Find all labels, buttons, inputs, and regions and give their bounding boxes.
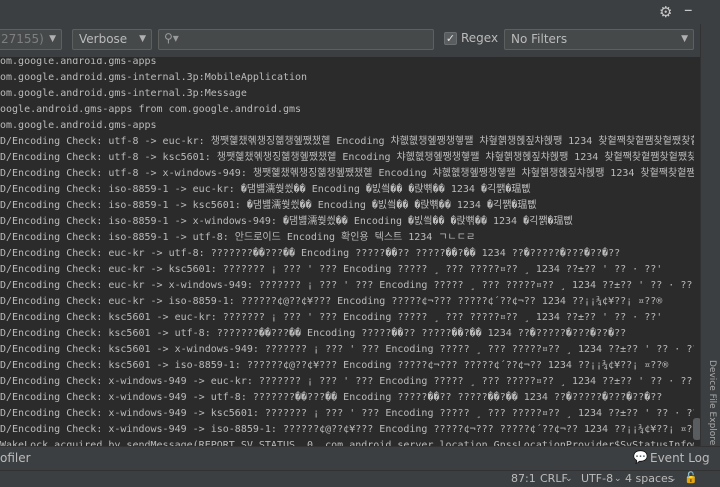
log-line[interactable]: om.google.android.gms-internal.3p:Mobile… [0,70,307,86]
bottom-tool-strip: ofiler 💬 Event Log [0,446,720,471]
logcat-toolbar: 27155) ▼ Verbose ▼ ⚲▾ No Filters ▼ [0,24,720,58]
log-line[interactable]: D/Encoding Check: euc-kr -> utf-8: ?????… [0,246,620,262]
device-file-explorer-tab[interactable]: Device File Explorer [703,360,719,449]
log-line[interactable]: oogle.android.gms-apps from com.google.a… [0,102,301,118]
log-line[interactable]: D/Encoding Check: utf-8 -> ksc5601: 챙쨋혩챘… [0,150,694,166]
gear-icon[interactable]: ⚙ [659,3,672,21]
log-level-value: Verbose [79,32,128,46]
lock-icon[interactable]: 🔓 [684,471,698,485]
log-line[interactable]: D/Encoding Check: ksc5601 -> x-windows-9… [0,342,694,358]
chevron-down-icon: ▼ [681,34,688,44]
log-line[interactable]: D/Encoding Check: euc-kr -> ksc5601: ???… [0,262,662,278]
log-line[interactable]: D/Encoding Check: x-windows-949 -> euc-k… [0,374,694,390]
file-encoding[interactable]: UTF-8 [581,472,613,485]
log-line[interactable]: D/Encoding Check: iso-8859-1 -> ksc5601:… [0,198,537,214]
log-line[interactable]: D/Encoding Check: iso-8859-1 -> x-window… [0,214,573,230]
chevron-down-icon: ⌄ [614,474,622,484]
regex-label: Regex [461,31,499,45]
log-line[interactable]: WakeLock acquired by sendMessage(REPORT_… [0,438,694,446]
log-line[interactable]: om.google.android.gms-apps [0,58,157,70]
event-log-tab[interactable]: Event Log [650,451,710,465]
log-line[interactable]: D/Encoding Check: x-windows-949 -> utf-8… [0,390,662,406]
chevron-down-icon: ⌄ [669,474,677,484]
log-line[interactable]: D/Encoding Check: x-windows-949 -> iso-8… [0,422,694,438]
process-dropdown[interactable]: 27155) ▼ [0,29,62,50]
log-line[interactable]: D/Encoding Check: ksc5601 -> euc-kr: ???… [0,310,662,326]
search-icon: ⚲▾ [164,31,179,45]
search-input[interactable]: ⚲▾ [158,29,434,50]
log-level-dropdown[interactable]: Verbose ▼ [72,29,152,50]
checkbox-check-icon[interactable]: ✓ [444,32,457,45]
filter-config-value: No Filters [511,32,568,46]
log-line[interactable]: D/Encoding Check: utf-8 -> euc-kr: 챙쨋혩챘혞… [0,134,694,150]
process-dropdown-value: 27155) [1,32,44,46]
chevron-down-icon: ⌄ [565,474,573,484]
minimize-icon[interactable]: – [684,0,693,20]
profiler-tab[interactable]: ofiler [0,451,31,465]
filter-config-dropdown[interactable]: No Filters ▼ [504,29,694,50]
log-line[interactable]: D/Encoding Check: euc-kr -> x-windows-94… [0,278,694,294]
log-line[interactable]: om.google.android.gms-apps [0,118,157,134]
log-output[interactable]: om.google.android.gms-apps om.google.andr… [0,58,694,446]
log-line[interactable]: D/Encoding Check: euc-kr -> iso-8859-1: … [0,294,662,310]
chevron-down-icon: ▼ [49,34,56,44]
log-line[interactable]: D/Encoding Check: ksc5601 -> iso-8859-1:… [0,358,668,374]
log-line[interactable]: D/Encoding Check: ksc5601 -> utf-8: ????… [0,326,626,342]
log-line[interactable]: D/Encoding Check: iso-8859-1 -> euc-kr: … [0,182,531,198]
status-bar: 87:1 CRLF ⌄ UTF-8 ⌄ 4 spaces ⌄ [0,470,720,487]
log-line[interactable]: om.google.android.gms-internal.3p:Messag… [0,86,247,102]
log-line[interactable]: D/Encoding Check: utf-8 -> x-windows-949… [0,166,694,182]
cursor-position[interactable]: 87:1 [511,472,536,485]
log-line[interactable]: D/Encoding Check: x-windows-949 -> ksc56… [0,406,694,422]
top-panel-strip: ⚙ – [0,0,720,24]
line-separator[interactable]: CRLF [540,472,568,485]
indent-setting[interactable]: 4 spaces [625,472,674,485]
chat-bubble-icon: 💬 [633,450,648,464]
chevron-down-icon: ▼ [139,34,146,44]
log-line[interactable]: D/Encoding Check: iso-8859-1 -> utf-8: 안… [0,230,475,246]
